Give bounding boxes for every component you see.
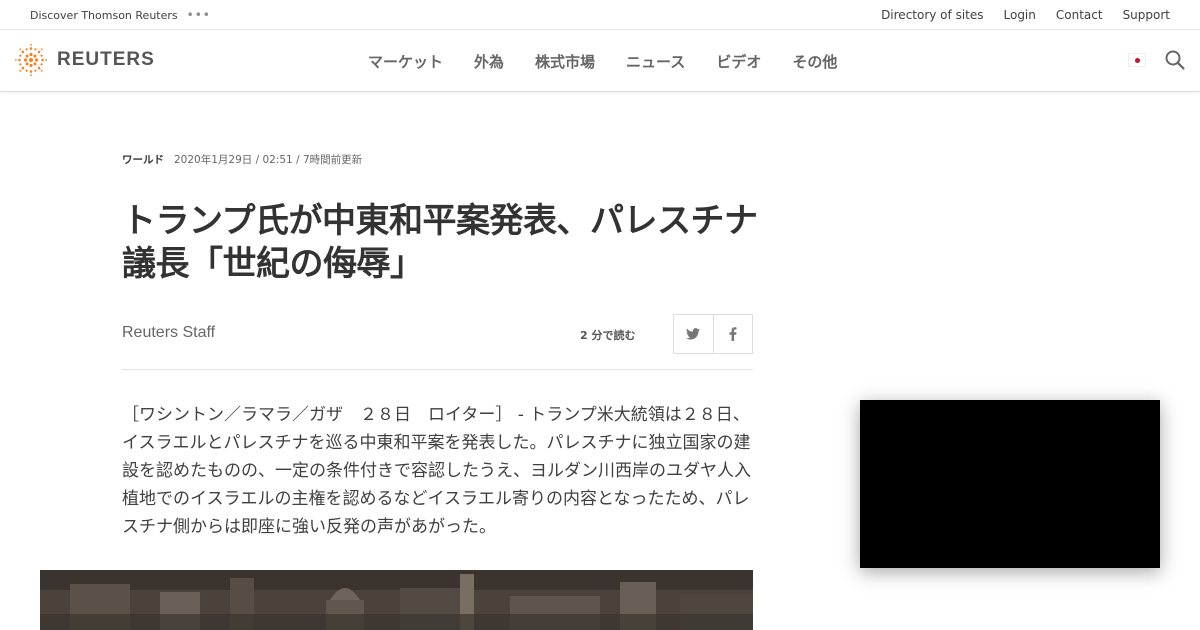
more-dots-icon[interactable]: ••• [187, 9, 211, 21]
flag-red-dot [1135, 58, 1140, 63]
reuters-logo[interactable]: REUTERS [15, 44, 155, 76]
nav-item-markets[interactable]: マーケット [368, 51, 443, 72]
directory-of-sites-link[interactable]: Directory of sites [881, 8, 983, 22]
main-nav: マーケット 外為 株式市場 ニュース ビデオ その他 [368, 30, 868, 92]
jerusalem-cityscape-image [40, 570, 753, 630]
facebook-icon [729, 327, 737, 341]
twitter-icon [686, 328, 701, 340]
support-link[interactable]: Support [1123, 8, 1170, 22]
video-player[interactable] [860, 400, 1160, 568]
share-buttons [673, 314, 753, 354]
section-label[interactable]: ワールド [122, 152, 164, 167]
nav-item-more[interactable]: その他 [792, 51, 837, 72]
nav-item-video[interactable]: ビデオ [716, 51, 761, 72]
utility-bar: Discover Thomson Reuters ••• Directory o… [0, 0, 1200, 30]
utility-left: Discover Thomson Reuters ••• [30, 0, 211, 30]
article-meta: ワールド 2020年1月29日 / 02:51 / 7時間前更新 [122, 152, 362, 167]
search-icon[interactable] [1164, 49, 1186, 71]
discover-link[interactable]: Discover Thomson Reuters [30, 9, 178, 22]
contact-link[interactable]: Contact [1056, 8, 1103, 22]
article-photo [40, 570, 753, 630]
nav-item-forex[interactable]: 外為 [474, 51, 504, 72]
article-headline: トランプ氏が中東和平案発表、パレスチナ議長「世紀の侮辱」 [122, 201, 758, 284]
login-link[interactable]: Login [1004, 8, 1036, 22]
twitter-share-button[interactable] [674, 315, 713, 353]
facebook-share-button[interactable] [712, 315, 752, 353]
nav-item-news[interactable]: ニュース [626, 51, 685, 72]
read-time: 2 分で読む [580, 329, 636, 342]
japan-flag-icon[interactable] [1128, 53, 1146, 67]
utility-links: Directory of sites Login Contact Support [861, 0, 1170, 30]
byline-divider [122, 369, 753, 370]
main-header: REUTERS マーケット 外為 株式市場 ニュース ビデオ その他 [0, 30, 1200, 92]
reuters-logo-mark-icon [15, 44, 47, 76]
reuters-wordmark: REUTERS [57, 49, 155, 70]
byline[interactable]: Reuters Staff [122, 324, 215, 342]
article-body: ［ワシントン／ラマラ／ガザ ２８日 ロイター］ - トランプ米大統領は２８日、イ… [122, 405, 751, 537]
article-datetime: 2020年1月29日 / 02:51 / 7時間前更新 [174, 154, 363, 166]
nav-item-stocks[interactable]: 株式市場 [535, 51, 595, 72]
